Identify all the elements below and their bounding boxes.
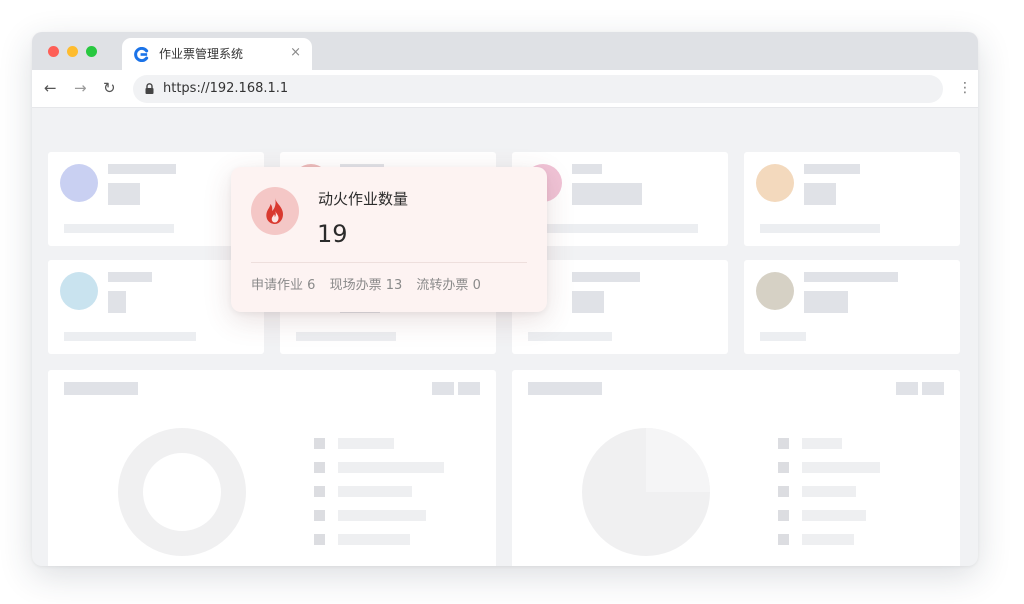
tab-title: 作业票管理系统: [159, 47, 244, 61]
stat-onsite-tickets: 现场办票 13: [329, 278, 403, 293]
panel-title-placeholder: [64, 382, 138, 395]
card-title-placeholder: [108, 272, 152, 282]
legend-swatch: [778, 462, 789, 473]
legend-label-placeholder: [338, 510, 426, 521]
legend-swatch: [314, 510, 325, 521]
browser-menu-icon[interactable]: ⋮: [958, 79, 972, 97]
card-avatar-placeholder: [60, 272, 98, 310]
title-bar: 作业票管理系统 ×: [32, 32, 978, 71]
url-text: https://192.168.1.1: [163, 81, 289, 96]
forward-arrow-icon[interactable]: →: [74, 79, 87, 97]
legend-swatch: [314, 486, 325, 497]
panel-action-placeholder[interactable]: [922, 382, 944, 395]
legend-label-placeholder: [802, 486, 856, 497]
reload-icon[interactable]: ↻: [103, 79, 116, 97]
card-title-placeholder: [804, 272, 898, 282]
card-footer-placeholder: [528, 332, 612, 341]
stat-transfer-tickets: 流转办票 0: [416, 278, 481, 293]
lock-icon: [145, 83, 154, 94]
card-value-placeholder: [804, 183, 836, 205]
fire-icon-badge: [251, 187, 299, 235]
card-footer-placeholder: [760, 224, 880, 233]
tab-close-icon[interactable]: ×: [290, 46, 301, 60]
maximize-window-button[interactable]: [86, 46, 97, 57]
card-value-placeholder: [108, 291, 126, 313]
panel-action-placeholder[interactable]: [896, 382, 918, 395]
legend-label-placeholder: [802, 510, 866, 521]
legend-label-placeholder: [338, 462, 444, 473]
pie-slice-placeholder: [646, 428, 710, 492]
card-value-placeholder: [572, 291, 604, 313]
legend-label-placeholder: [338, 438, 394, 449]
card-title-placeholder: [572, 164, 602, 174]
address-bar[interactable]: https://192.168.1.1: [133, 75, 943, 103]
divider: [251, 262, 527, 263]
legend-swatch: [778, 510, 789, 521]
card-avatar-placeholder: [756, 164, 794, 202]
close-window-button[interactable]: [48, 46, 59, 57]
stat-card[interactable]: [744, 260, 960, 354]
legend-swatch: [314, 438, 325, 449]
card-avatar-placeholder: [60, 164, 98, 202]
card-value-placeholder: [572, 183, 642, 205]
card-title-placeholder: [108, 164, 176, 174]
pie-chart-placeholder: [582, 428, 710, 556]
card-title-placeholder: [572, 272, 640, 282]
card-footer-placeholder: [760, 332, 806, 341]
legend-label-placeholder: [802, 438, 842, 449]
legend-label-placeholder: [338, 534, 410, 545]
legend-swatch: [314, 534, 325, 545]
legend-swatch: [778, 534, 789, 545]
site-logo-icon: [134, 47, 149, 62]
chart-panel-left: [48, 370, 496, 566]
browser-toolbar: ← → ↻ https://192.168.1.1 ⋮: [32, 70, 978, 108]
stat-applied-jobs: 申请作业 6: [251, 278, 316, 293]
card-footer-placeholder: [64, 332, 196, 341]
hot-work-stat-card[interactable]: 动火作业数量 19 申请作业 6 现场办票 13 流转办票 0: [231, 167, 547, 312]
panel-action-placeholder[interactable]: [458, 382, 480, 395]
panel-action-placeholder[interactable]: [432, 382, 454, 395]
browser-tab[interactable]: 作业票管理系统 ×: [122, 38, 312, 71]
card-footer-placeholder: [64, 224, 174, 233]
card-avatar-placeholder: [756, 272, 794, 310]
card-stats: 申请作业 6 现场办票 13 流转办票 0: [251, 278, 491, 294]
legend-swatch: [778, 438, 789, 449]
stat-card[interactable]: [744, 152, 960, 246]
card-footer-placeholder: [528, 224, 698, 233]
legend-label-placeholder: [338, 486, 412, 497]
card-title-placeholder: [804, 164, 860, 174]
back-arrow-icon[interactable]: ←: [44, 79, 57, 97]
card-value-placeholder: [804, 291, 848, 313]
legend-label-placeholder: [802, 462, 880, 473]
legend-label-placeholder: [802, 534, 854, 545]
chart-panel-right: [512, 370, 960, 566]
legend-swatch: [778, 486, 789, 497]
card-value: 19: [317, 220, 348, 248]
card-title: 动火作业数量: [318, 190, 409, 208]
card-value-placeholder: [108, 183, 140, 205]
donut-chart-placeholder: [118, 428, 246, 556]
panel-title-placeholder: [528, 382, 602, 395]
card-footer-placeholder: [296, 332, 396, 341]
minimize-window-button[interactable]: [67, 46, 78, 57]
legend-swatch: [314, 462, 325, 473]
fire-icon: [266, 198, 283, 224]
